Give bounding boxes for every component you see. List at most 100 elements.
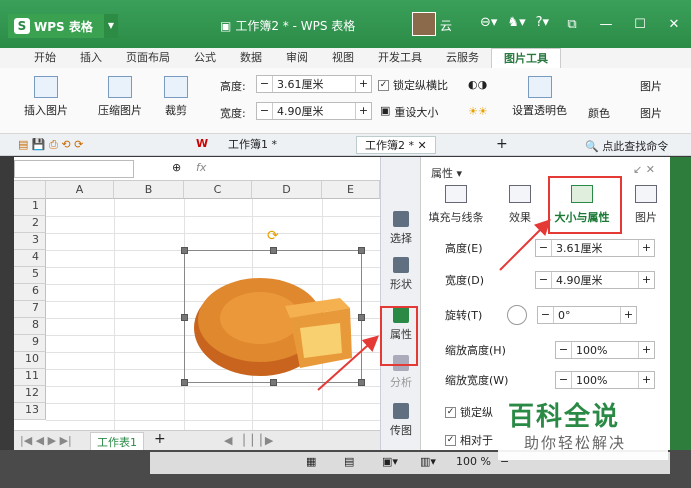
doc-tab-2[interactable]: 工作簿2 * ✕ bbox=[356, 136, 436, 154]
picture-outline-button[interactable]: 图片 bbox=[640, 78, 662, 94]
close-icon[interactable]: ✕ bbox=[657, 14, 691, 36]
resize-handle[interactable] bbox=[181, 379, 188, 386]
scale-width-field[interactable]: −100% + bbox=[555, 371, 655, 389]
view-layout-icon[interactable]: ▣▾ bbox=[382, 455, 398, 468]
lock-ratio-checkbox[interactable]: ✓ 锁定纵横比 bbox=[378, 77, 448, 93]
height-field[interactable]: − 3.61厘米 + bbox=[256, 75, 372, 93]
horizontal-scrollbar[interactable]: ◀ ▕▕▕ ▶ bbox=[224, 434, 273, 447]
scale-height-field[interactable]: −100% + bbox=[555, 341, 655, 359]
rotate-dial-icon[interactable] bbox=[507, 305, 527, 325]
mooncake-picture[interactable] bbox=[190, 258, 358, 378]
row-header[interactable]: 13 bbox=[14, 403, 46, 420]
resize-handle[interactable] bbox=[358, 379, 365, 386]
tab-formula[interactable]: 公式 bbox=[182, 48, 228, 68]
zoom-icon[interactable]: ⊕ bbox=[172, 161, 181, 174]
sheet-nav-icon[interactable]: |◀ ◀ ▶ ▶| bbox=[20, 434, 72, 447]
row-header[interactable]: 8 bbox=[14, 318, 46, 335]
fx-icon[interactable]: fx bbox=[196, 161, 206, 174]
decrease-icon[interactable]: − bbox=[257, 103, 273, 119]
select-button[interactable]: 选择 bbox=[384, 211, 418, 246]
column-header[interactable]: E bbox=[322, 181, 380, 199]
row-header[interactable]: 3 bbox=[14, 233, 46, 250]
maximize-icon[interactable]: ☐ bbox=[623, 14, 657, 36]
row-header[interactable]: 10 bbox=[14, 352, 46, 369]
quick-tools-icon[interactable]: ▤ 💾 ⎙ ⟲ ⟳ bbox=[18, 138, 83, 152]
tab-developer[interactable]: 开发工具 bbox=[366, 48, 434, 68]
sheet-tab[interactable]: 工作表1 bbox=[90, 432, 144, 452]
tab-picture-tools[interactable]: 图片工具 bbox=[491, 48, 561, 68]
row-header[interactable]: 7 bbox=[14, 301, 46, 318]
set-transparent-button[interactable]: 设置透明色 bbox=[512, 76, 567, 118]
row-header[interactable]: 12 bbox=[14, 386, 46, 403]
column-header[interactable]: D bbox=[252, 181, 322, 199]
tab-insert[interactable]: 插入 bbox=[68, 48, 114, 68]
tab-home[interactable]: 开始 bbox=[0, 48, 68, 68]
row-header[interactable]: 4 bbox=[14, 250, 46, 267]
row-header[interactable]: 9 bbox=[14, 335, 46, 352]
help-icon[interactable]: ?▾ bbox=[536, 15, 549, 30]
shape-button[interactable]: 形状 bbox=[384, 257, 418, 292]
increase-icon[interactable]: + bbox=[355, 76, 371, 92]
tab-data[interactable]: 数据 bbox=[228, 48, 274, 68]
crop-button[interactable]: 裁剪 bbox=[164, 76, 188, 118]
rotate-field[interactable]: −0° + bbox=[537, 306, 637, 324]
status-icon[interactable]: ⊖▾ bbox=[480, 15, 497, 30]
brightness-icon[interactable]: ☀☀ bbox=[468, 105, 488, 118]
tab-effect[interactable]: 效果 bbox=[491, 185, 549, 225]
minimize-icon[interactable]: — bbox=[589, 14, 623, 36]
wps-docs-icon[interactable]: W bbox=[196, 137, 208, 150]
tab-view[interactable]: 视图 bbox=[320, 48, 366, 68]
increase-icon[interactable]: + bbox=[355, 103, 371, 119]
resize-handle[interactable] bbox=[181, 314, 188, 321]
tab-cloud[interactable]: 云服务 bbox=[434, 48, 491, 68]
avatar[interactable] bbox=[412, 12, 436, 36]
reset-size-button[interactable]: ▣ 重设大小 bbox=[380, 104, 438, 120]
row-header[interactable]: 2 bbox=[14, 216, 46, 233]
add-sheet-icon[interactable]: + bbox=[154, 431, 166, 447]
checkbox-icon[interactable]: ✓ bbox=[378, 79, 389, 91]
doc-tab-1[interactable]: 工作簿1 * bbox=[220, 136, 285, 154]
picture-effect-button[interactable]: 图片 bbox=[640, 105, 662, 121]
resize-handle[interactable] bbox=[358, 247, 365, 254]
row-header[interactable]: 1 bbox=[14, 199, 46, 216]
compress-picture-button[interactable]: 压缩图片 bbox=[98, 76, 142, 118]
tab-review[interactable]: 审阅 bbox=[274, 48, 320, 68]
width-field[interactable]: −4.90厘米 + bbox=[535, 271, 655, 289]
resize-handle[interactable] bbox=[181, 247, 188, 254]
reading-mode-icon[interactable]: ▥▾ bbox=[420, 455, 436, 468]
resize-handle[interactable] bbox=[270, 247, 277, 254]
decrease-icon[interactable]: − bbox=[257, 76, 273, 92]
height-field[interactable]: −3.61厘米 + bbox=[535, 239, 655, 257]
view-normal-icon[interactable]: ▦ bbox=[306, 455, 316, 468]
app-menu-button[interactable]: S WPS 表格 ▼ bbox=[8, 14, 118, 38]
tab-fill-line[interactable]: 填充与线条 bbox=[427, 185, 485, 225]
tab-picture[interactable]: 图片 bbox=[617, 185, 675, 225]
contrast-icon[interactable]: ◐◑ bbox=[468, 78, 487, 91]
row-header[interactable]: 11 bbox=[14, 369, 46, 386]
resize-handle[interactable] bbox=[270, 379, 277, 386]
column-header[interactable]: B bbox=[114, 181, 184, 199]
skin-icon[interactable]: ♞▾ bbox=[507, 15, 525, 30]
resize-handle[interactable] bbox=[358, 314, 365, 321]
row-header[interactable]: 5 bbox=[14, 267, 46, 284]
add-tab-icon[interactable]: + bbox=[496, 136, 508, 152]
color-button[interactable]: 颜色 bbox=[588, 105, 610, 121]
rotate-handle-icon[interactable]: ⟳ bbox=[267, 228, 279, 244]
column-header[interactable]: C bbox=[184, 181, 252, 199]
user-name[interactable]: 云 bbox=[440, 17, 452, 34]
close-icon[interactable]: ↙ ✕ bbox=[633, 163, 655, 176]
column-header[interactable]: A bbox=[46, 181, 114, 199]
right-scrollbar[interactable] bbox=[670, 157, 691, 457]
search-command[interactable]: 🔍 点此查找命令 bbox=[585, 138, 668, 154]
share-picture-button[interactable]: 传图 bbox=[384, 403, 418, 438]
name-box[interactable] bbox=[14, 160, 134, 178]
tab-page-layout[interactable]: 页面布局 bbox=[114, 48, 182, 68]
view-page-icon[interactable]: ▤ bbox=[344, 455, 354, 468]
zoom-level[interactable]: 100 % bbox=[456, 455, 491, 468]
insert-picture-button[interactable]: 插入图片 bbox=[24, 76, 68, 118]
restore-icon[interactable]: ⧉ bbox=[555, 14, 589, 36]
row-header[interactable]: 6 bbox=[14, 284, 46, 301]
ribbon: 插入图片 压缩图片 裁剪 高度: − 3.61厘米 + 宽度: − 4.90厘米… bbox=[0, 68, 691, 134]
corner-cell[interactable] bbox=[14, 181, 46, 199]
width-field[interactable]: − 4.90厘米 + bbox=[256, 102, 372, 120]
